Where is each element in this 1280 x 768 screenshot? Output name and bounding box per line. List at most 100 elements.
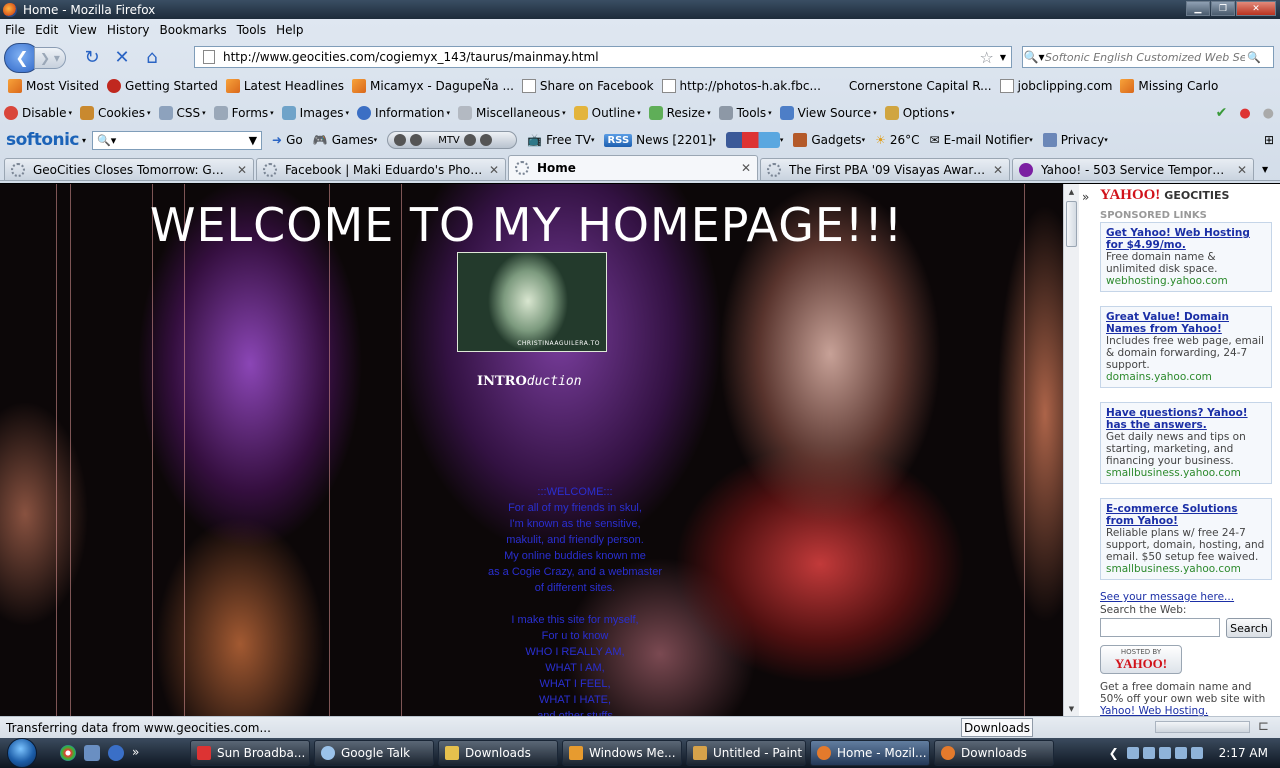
ad-questions[interactable]: Have questions? Yahoo! has the answers. … <box>1100 402 1272 484</box>
scroll-down-icon[interactable]: ▼ <box>1064 701 1079 716</box>
tab-facebook-photos[interactable]: Facebook | Maki Eduardo's Photos -...✕ <box>256 158 506 180</box>
email-notifier[interactable]: ✉ E-mail Notifier ▾ <box>930 133 1033 147</box>
hosted-by-yahoo-badge[interactable]: HOSTED BY YAHOO! <box>1100 645 1182 674</box>
ad-title[interactable]: Have questions? Yahoo! has the answers. <box>1106 407 1266 431</box>
chevron-down-icon[interactable]: ▼ <box>249 134 257 147</box>
bookmark-jobclipping[interactable]: jobclipping.com <box>999 79 1112 93</box>
network-icon[interactable] <box>1142 747 1155 759</box>
search-go-icon[interactable]: 🔍 <box>1247 51 1261 64</box>
dev-outline[interactable]: Outline ▾ <box>573 106 641 120</box>
softonic-gadgets[interactable]: Gadgets ▾ <box>793 133 865 147</box>
mtv-player[interactable]: MTV <box>387 131 518 149</box>
volume-icon[interactable] <box>463 134 476 146</box>
bookmark-photos[interactable]: http://photos-h.ak.fbc... <box>661 79 821 93</box>
start-button[interactable] <box>0 738 44 768</box>
tray-expand-icon[interactable]: ❮ <box>1109 746 1119 760</box>
page-scrollbar[interactable]: ▲ ▼ <box>1063 184 1079 716</box>
softonic-privacy[interactable]: Privacy ▾ <box>1042 133 1108 147</box>
menu-history[interactable]: History <box>102 23 155 37</box>
menu-bookmarks[interactable]: Bookmarks <box>155 23 232 37</box>
tab-pba-awards[interactable]: The First PBA '09 Visayas Awards Ni...✕ <box>760 158 1010 180</box>
volume-icon[interactable] <box>1158 747 1171 759</box>
minimize-button[interactable]: ▁ <box>1186 1 1210 16</box>
quick-launch-more-icon[interactable]: » <box>132 745 139 761</box>
softonic-news[interactable]: RSS News [2201] ▾ <box>604 133 716 147</box>
stop-button[interactable]: ✕ <box>110 46 134 70</box>
softonic-search-input[interactable]: 🔍▾ ▼ <box>92 130 263 150</box>
close-tab-icon[interactable]: ✕ <box>741 161 751 175</box>
sidebar-search-input[interactable] <box>1100 618 1220 637</box>
show-desktop-icon[interactable] <box>84 745 100 761</box>
ad-link[interactable]: smallbusiness.yahoo.com <box>1106 563 1266 575</box>
dev-cookies[interactable]: Cookies ▾ <box>80 106 151 120</box>
tab-home[interactable]: Home ✕ <box>508 155 758 180</box>
ad-title[interactable]: E-commerce Solutions from Yahoo! <box>1106 503 1266 527</box>
close-tab-icon[interactable]: ✕ <box>1237 163 1247 177</box>
tab-list-icon[interactable]: ▼ <box>1262 165 1268 174</box>
dev-options[interactable]: Options ▾ <box>884 106 955 120</box>
web-hosting-link[interactable]: Yahoo! Web Hosting. <box>1100 705 1208 716</box>
search-engine-icon[interactable]: 🔍▾ <box>1023 50 1045 64</box>
bookmark-share-facebook[interactable]: Share on Facebook <box>521 79 654 93</box>
softonic-logo[interactable]: softonic <box>6 130 80 150</box>
collapse-sidebar-icon[interactable]: » <box>1082 190 1089 204</box>
weather-widget[interactable]: ☀ 26°C <box>875 133 919 147</box>
url-text[interactable]: http://www.geocities.com/cogiemyx_143/ta… <box>223 50 980 64</box>
menu-file[interactable]: File <box>0 23 30 37</box>
taskbar-downloads-window[interactable]: Downloads <box>934 740 1054 766</box>
dev-forms[interactable]: Forms ▾ <box>213 106 274 120</box>
dev-miscellaneous[interactable]: Miscellaneous ▾ <box>458 106 566 120</box>
home-button[interactable]: ⌂ <box>140 46 164 70</box>
scroll-thumb[interactable] <box>1066 201 1077 247</box>
url-dropdown-icon[interactable]: ▼ <box>1000 53 1006 62</box>
bookmark-missing-carlo[interactable]: Missing Carlo <box>1120 79 1218 93</box>
close-tab-icon[interactable]: ✕ <box>993 163 1003 177</box>
url-bar[interactable]: http://www.geocities.com/cogiemyx_143/ta… <box>194 46 1012 68</box>
pause-icon[interactable] <box>410 134 423 146</box>
bookmark-micamyx[interactable]: Micamyx - DagupeÑa ... <box>352 79 514 93</box>
settings-icon[interactable] <box>479 134 492 146</box>
dev-resize[interactable]: Resize ▾ <box>648 106 711 120</box>
ad-web-hosting[interactable]: Get Yahoo! Web Hosting for $4.99/mo. Fre… <box>1100 222 1272 292</box>
menu-tools[interactable]: Tools <box>232 23 272 37</box>
dev-tools[interactable]: Tools ▾ <box>718 106 772 120</box>
bookmark-cornerstone[interactable]: Cornerstone Capital R... <box>849 79 992 93</box>
status-tool-icon[interactable]: ⊏ <box>1258 719 1269 734</box>
social-icons[interactable]: ▾ <box>725 132 783 148</box>
web-search-box[interactable]: 🔍▾ 🔍 <box>1022 46 1274 68</box>
chrome-icon[interactable] <box>60 745 76 761</box>
bookmark-most-visited[interactable]: Most Visited <box>8 79 99 93</box>
bookmark-star-icon[interactable]: ☆ <box>980 48 994 67</box>
softonic-games[interactable]: 🎮 Games ▾ <box>313 133 377 147</box>
dev-information[interactable]: Information ▾ <box>357 106 450 120</box>
ad-ecommerce[interactable]: E-commerce Solutions from Yahoo! Reliabl… <box>1100 498 1272 580</box>
taskbar-windows-media[interactable]: Windows Me... <box>562 740 682 766</box>
bookmark-latest-headlines[interactable]: Latest Headlines <box>225 79 344 93</box>
ad-link[interactable]: webhosting.yahoo.com <box>1106 275 1266 287</box>
taskbar-firefox-home[interactable]: Home - Mozil... <box>810 740 930 766</box>
security-icon[interactable] <box>1190 747 1203 759</box>
tab-yahoo-503[interactable]: Yahoo! - 503 Service Temporarily U...✕ <box>1012 158 1254 180</box>
ad-link[interactable]: domains.yahoo.com <box>1106 371 1266 383</box>
close-tab-icon[interactable]: ✕ <box>489 163 499 177</box>
scroll-up-icon[interactable]: ▲ <box>1064 184 1079 199</box>
dev-images[interactable]: Images ▾ <box>281 106 349 120</box>
tab-geocities-closes[interactable]: GeoCities Closes Tomorrow: Goodb...✕ <box>4 158 254 180</box>
power-icon[interactable] <box>1174 747 1187 759</box>
softonic-free-tv[interactable]: 📺 Free TV ▾ <box>527 133 594 147</box>
bookmark-getting-started[interactable]: Getting Started <box>107 79 218 93</box>
maximize-button[interactable]: ❐ <box>1211 1 1235 16</box>
reload-button[interactable]: ↻ <box>80 46 104 70</box>
forward-button[interactable]: ❯ ▾ <box>34 46 66 69</box>
warning-icon[interactable]: ● <box>1263 106 1274 121</box>
softonic-menu-icon[interactable]: ▾ <box>82 136 86 145</box>
taskbar-paint[interactable]: Untitled - Paint <box>686 740 806 766</box>
ad-title[interactable]: Great Value! Domain Names from Yahoo! <box>1106 311 1266 335</box>
ad-title[interactable]: Get Yahoo! Web Hosting for $4.99/mo. <box>1106 227 1266 251</box>
ad-domain-names[interactable]: Great Value! Domain Names from Yahoo! In… <box>1100 306 1272 388</box>
clock[interactable]: 2:17 AM <box>1219 746 1268 760</box>
sidebar-search-button[interactable]: Search <box>1226 618 1272 638</box>
close-tab-icon[interactable]: ✕ <box>237 163 247 177</box>
christina-thumbnail[interactable]: CHRISTINAAGUILERA.TO <box>457 252 607 352</box>
taskbar-sun-broadband[interactable]: Sun Broadba... <box>190 740 310 766</box>
